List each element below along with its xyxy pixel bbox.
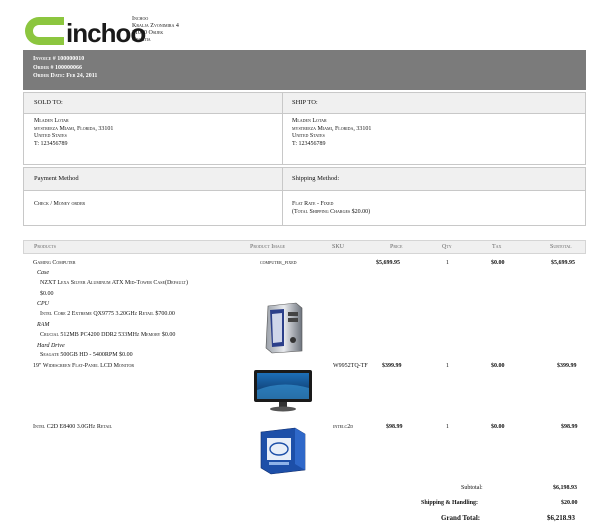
order-number: Order # 100000066 [33, 64, 83, 71]
product-price: $98.99 [386, 424, 403, 430]
product-name: Intel C2D E8400 3.0GHz Retail [33, 424, 113, 430]
logo-mark-icon [25, 17, 64, 45]
address-section: SOLD TO: SHIP TO: Mladen Lotar mystreeza… [23, 92, 586, 165]
sold-to-address: Mladen Lotar mystreeza Miami, Florida, 3… [34, 118, 113, 148]
product-name: Gaming Computer [33, 260, 76, 266]
product-image-label: computer_fixed [260, 260, 297, 266]
product-qty: 1 [446, 363, 449, 369]
product-price: $5,699.95 [376, 260, 400, 266]
payment-method-value: Check / Money order [34, 201, 86, 207]
product-name: 19" Widescreen Flat-Panel LCD Monitor [33, 363, 135, 369]
product-subtotal: $98.99 [561, 424, 578, 430]
col-product-image: Product Image [250, 244, 286, 250]
store-address: Inchoo Kralja Zvonimira 4 31000 Osijek C… [132, 16, 179, 44]
order-date: Order Date: Feb 24, 2011 [33, 73, 98, 79]
product-tax: $0.00 [491, 363, 505, 369]
col-sku: SKU [332, 244, 345, 250]
shipping-method-value: Flat Rate - Fixed (Total Shipping Charge… [292, 201, 370, 216]
product-qty: 1 [446, 260, 449, 266]
address-line: mystreeza Miami, Florida, 33101 [292, 125, 372, 132]
address-line: Mladen Lotar [292, 118, 327, 124]
shipping-method-line: (Total Shipping Charges $20.00) [292, 208, 371, 215]
shipping-handling-value: $20.00 [561, 500, 578, 506]
product-sku: W9952TQ-TF [333, 363, 368, 369]
col-qty: Qty [442, 244, 452, 250]
option-value: Intel Core 2 Extreme QX9775 3.20GHz Reta… [40, 311, 175, 317]
address-line: mystreeza Miami, Florida, 33101 [34, 125, 114, 132]
option-value: NZXT Lexa Silver Aluminum ATX Mid-Tower … [40, 280, 188, 286]
option-label: CPU [37, 301, 49, 307]
address-line: T: 123456789 [292, 140, 326, 147]
shipping-method-line: Flat Rate - Fixed [292, 201, 334, 207]
intel-cpu-box-image [260, 427, 306, 475]
product-sku: intelc2d [333, 424, 354, 430]
shipping-handling-label: Shipping & Handling: [421, 500, 479, 506]
store-address-line: Inchoo [132, 16, 149, 22]
grand-total-label: Grand Total: [441, 514, 481, 522]
invoice-number: Invoice # 100000010 [33, 56, 85, 62]
address-line: United States [34, 133, 67, 139]
column-divider [282, 168, 283, 225]
product-tax: $0.00 [491, 424, 505, 430]
product-subtotal: $399.99 [557, 363, 577, 369]
ship-to-address: Mladen Lotar mystreeza Miami, Florida, 3… [292, 118, 371, 148]
shipping-method-label: Shipping Method: [292, 175, 340, 182]
products-table-header: Products Product Image SKU Price Qty Tax… [23, 240, 586, 254]
grand-total-value: $6,218.93 [547, 514, 575, 522]
store-address-line: Kralja Zvonimira 4 [132, 23, 179, 29]
ship-to-label: SHIP TO: [292, 99, 318, 106]
option-label: Hard Drive [37, 343, 65, 349]
store-address-line: Croatia [132, 37, 151, 43]
address-line: T: 123456789 [34, 140, 68, 147]
col-subtotal: Subtotal [550, 244, 572, 250]
column-divider [282, 93, 283, 164]
store-address-line: 31000 Osijek [132, 30, 164, 36]
col-products: Products [34, 244, 57, 250]
payment-method-label: Payment Method [34, 175, 79, 182]
address-line: United States [292, 133, 325, 139]
product-tax: $0.00 [491, 260, 505, 266]
sold-to-label: SOLD TO: [34, 99, 63, 106]
product-price: $399.99 [382, 363, 402, 369]
option-extra: $0.00 [40, 291, 54, 297]
product-subtotal: $5,699.95 [551, 260, 575, 266]
store-logo: inchoo [22, 14, 146, 48]
product-qty: 1 [446, 424, 449, 430]
lcd-monitor-image [254, 370, 312, 412]
computer-case-image [265, 302, 303, 354]
methods-section: Payment Method Shipping Method: Check / … [23, 167, 586, 226]
option-label: RAM [37, 322, 50, 328]
col-tax: Tax [492, 244, 502, 250]
address-line: Mladen Lotar [34, 118, 69, 124]
subtotal-value: $6,198.93 [553, 485, 577, 491]
option-value: Seagate 500GB HD - 5400RPM $0.00 [40, 352, 133, 358]
subtotal-label: Subtotal: [461, 485, 483, 491]
invoice-info-bar: Invoice # 100000010 Order # 100000066 Or… [23, 50, 586, 90]
option-value: Crucial 512MB PC4200 DDR2 533MHz Memory … [40, 332, 176, 338]
col-price: Price [390, 244, 403, 250]
option-label: Case [37, 270, 49, 276]
